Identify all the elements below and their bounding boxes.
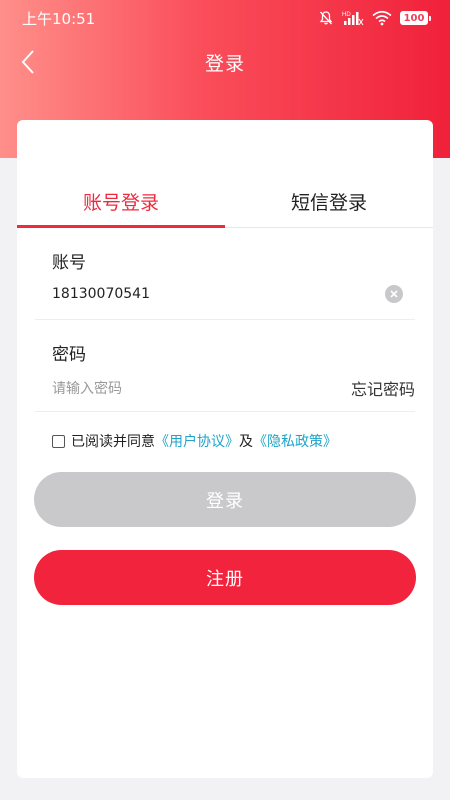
hd-label: HD — [342, 12, 351, 18]
agreement-prefix: 已阅读并同意 — [71, 434, 155, 450]
clear-icon[interactable] — [385, 285, 403, 303]
status-bar: 上午10:51 HD 100 — [0, 0, 450, 36]
password-field: 密码 请输入密码 忘记密码 — [35, 320, 415, 412]
password-input[interactable]: 请输入密码 — [52, 378, 122, 398]
mute-bell-icon — [318, 10, 334, 26]
account-field: 账号 18130070541 — [35, 228, 415, 320]
chevron-left-icon — [21, 50, 34, 74]
tab-account-login[interactable]: 账号登录 — [17, 176, 225, 228]
wifi-icon — [372, 10, 392, 26]
status-time: 上午10:51 — [22, 9, 96, 28]
password-label: 密码 — [52, 345, 86, 365]
privacy-policy-link[interactable]: 《隐私政策》 — [253, 431, 337, 451]
login-tabs: 账号登录 短信登录 — [17, 176, 433, 228]
signal-icon: HD — [342, 10, 364, 26]
forgot-password-link[interactable]: 忘记密码 — [351, 376, 415, 400]
status-icons: HD 100 — [318, 10, 431, 26]
user-agreement-link[interactable]: 《用户协议》 — [155, 431, 239, 451]
tab-sms-login[interactable]: 短信登录 — [225, 176, 433, 227]
nav-bar: 登录 — [0, 40, 450, 84]
battery-icon: 100 — [400, 11, 431, 25]
agreement-row: 已阅读并同意 《用户协议》 及 《隐私政策》 — [52, 431, 337, 451]
agreement-conjunction: 及 — [239, 434, 253, 450]
account-input[interactable]: 18130070541 — [52, 286, 150, 302]
account-label: 账号 — [52, 253, 86, 273]
agreement-checkbox[interactable] — [52, 434, 65, 448]
login-button[interactable]: 登录 — [34, 472, 416, 527]
login-card: 账号登录 短信登录 账号 18130070541 密码 请输入密码 忘记密码 已… — [17, 120, 433, 778]
page-title: 登录 — [204, 52, 245, 75]
back-button[interactable] — [10, 44, 46, 80]
register-button[interactable]: 注册 — [34, 550, 416, 605]
